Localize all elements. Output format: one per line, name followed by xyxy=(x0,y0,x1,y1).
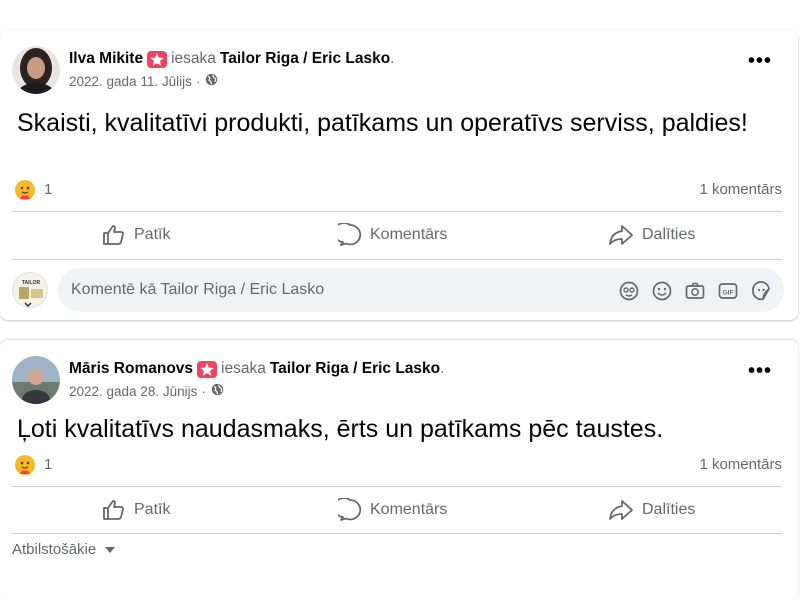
reactions-bar: 1 1 komentārs xyxy=(12,454,782,476)
share-label: Dalīties xyxy=(642,226,696,243)
sticker-icon[interactable] xyxy=(750,280,772,302)
name-line: Māris Romanovs iesaka Tailor Riga / Eric… xyxy=(69,360,444,378)
share-label: Dalīties xyxy=(642,501,696,518)
post-meta: 2022. gada 11. Jūlijs · xyxy=(69,73,218,89)
comment-button[interactable]: Komentārs xyxy=(338,488,447,532)
divider xyxy=(12,486,782,487)
globe-icon xyxy=(211,383,224,399)
comment-label: Komentārs xyxy=(370,226,448,243)
post-header: Māris Romanovs iesaka Tailor Riga / Eric… xyxy=(12,356,786,406)
reactions-bar: 1 1 komentārs xyxy=(12,179,782,201)
reaction-count[interactable]: 1 xyxy=(44,181,52,198)
globe-icon xyxy=(205,73,218,89)
divider xyxy=(12,533,782,534)
star-badge-icon xyxy=(147,50,168,68)
post-card: Māris Romanovs iesaka Tailor Riga / Eric… xyxy=(0,340,798,600)
comment-label: Komentārs xyxy=(370,501,448,518)
sort-label: Atbilstošākie xyxy=(12,541,97,558)
post-text: Ļoti kvalitatīvs naudasmaks, ērts un pat… xyxy=(17,415,664,443)
post-header: Ilva Mikite iesaka Tailor Riga / Eric La… xyxy=(12,46,786,96)
like-label: Patīk xyxy=(134,226,171,243)
more-icon[interactable]: ••• xyxy=(748,360,772,383)
comment-composer: TAILOR Komentē kā Tailor Riga / Eric Las… xyxy=(12,268,784,312)
divider xyxy=(12,211,782,212)
comment-sort-dropdown[interactable]: Atbilstošākie xyxy=(12,541,116,558)
page-avatar[interactable]: TAILOR xyxy=(12,272,48,308)
meta-separator: · xyxy=(201,383,206,399)
period: . xyxy=(390,50,395,67)
camera-icon[interactable] xyxy=(684,280,706,302)
svg-text:TAILOR: TAILOR xyxy=(22,280,41,286)
avatar-emoji-icon[interactable] xyxy=(618,280,640,302)
name-line: Ilva Mikite iesaka Tailor Riga / Eric La… xyxy=(69,50,394,68)
comment-input[interactable]: Komentē kā Tailor Riga / Eric Lasko GIF xyxy=(58,268,784,312)
meta-separator: · xyxy=(195,73,201,89)
star-badge-icon xyxy=(197,360,218,378)
care-reaction-icon[interactable] xyxy=(14,454,36,476)
emoji-icon[interactable] xyxy=(651,280,673,302)
like-button[interactable]: Patīk xyxy=(102,488,170,532)
recommends-text: iesaka xyxy=(171,50,216,67)
recommends-text: iesaka xyxy=(221,360,266,377)
period: . xyxy=(440,360,445,377)
composer-icons: GIF xyxy=(607,280,772,302)
like-button[interactable]: Patīk xyxy=(102,213,170,257)
share-button[interactable]: Dalīties xyxy=(608,213,695,257)
action-bar: Patīk Komentārs Dalīties xyxy=(12,488,782,532)
page-name[interactable]: Tailor Riga / Eric Lasko xyxy=(270,360,440,378)
more-icon[interactable]: ••• xyxy=(748,50,772,73)
post-text: Skaisti, kvalitatīvi produkti, patīkams … xyxy=(17,109,748,137)
care-reaction-icon[interactable] xyxy=(14,179,36,201)
avatar[interactable] xyxy=(12,46,60,94)
like-label: Patīk xyxy=(134,501,171,518)
post-meta: 2022. gada 28. Jūnijs · xyxy=(69,383,224,399)
author-name[interactable]: Māris Romanovs xyxy=(69,360,193,378)
avatar[interactable] xyxy=(12,356,60,404)
share-button[interactable]: Dalīties xyxy=(608,488,695,532)
post-date[interactable]: 2022. gada 28. Jūnijs xyxy=(69,384,197,399)
comment-placeholder: Komentē kā Tailor Riga / Eric Lasko xyxy=(71,281,325,298)
page-name[interactable]: Tailor Riga / Eric Lasko xyxy=(220,50,390,68)
comment-count[interactable]: 1 komentārs xyxy=(699,181,782,198)
comment-button[interactable]: Komentārs xyxy=(338,213,447,257)
post-date[interactable]: 2022. gada 11. Jūlijs xyxy=(69,74,192,89)
svg-text:GIF: GIF xyxy=(723,290,734,297)
author-name[interactable]: Ilva Mikite xyxy=(69,50,143,68)
chevron-down-icon xyxy=(105,546,116,553)
reaction-count[interactable]: 1 xyxy=(44,456,52,473)
gif-icon[interactable]: GIF xyxy=(717,280,739,302)
post-card: Ilva Mikite iesaka Tailor Riga / Eric La… xyxy=(0,30,798,320)
action-bar: Patīk Komentārs Dalīties xyxy=(12,213,782,257)
comment-count[interactable]: 1 komentārs xyxy=(699,456,782,473)
divider xyxy=(12,259,782,260)
